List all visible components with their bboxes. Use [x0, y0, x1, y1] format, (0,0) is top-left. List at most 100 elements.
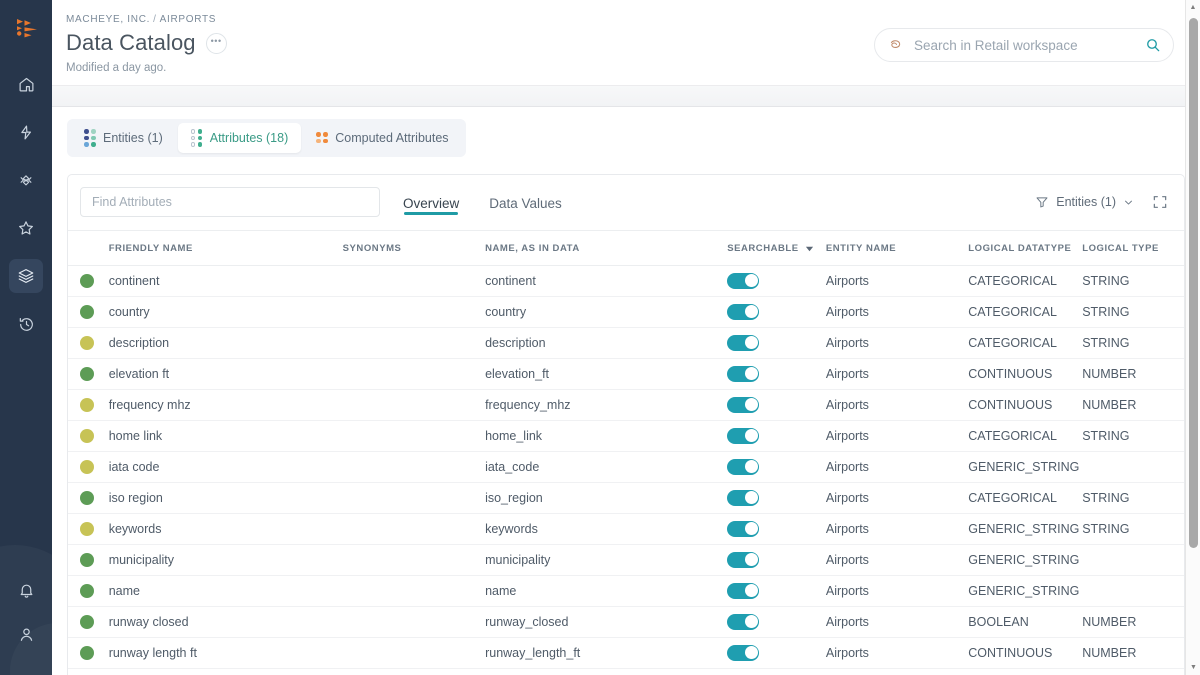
cell-friendly-name[interactable]: description: [108, 327, 343, 359]
searchable-toggle[interactable]: [727, 458, 760, 475]
cell-searchable[interactable]: [727, 327, 826, 359]
col-entity-name[interactable]: ENTITY NAME: [825, 230, 969, 266]
searchable-toggle[interactable]: [727, 427, 760, 444]
searchable-toggle[interactable]: [727, 489, 760, 506]
cell-synonyms[interactable]: [342, 575, 486, 607]
cell-searchable[interactable]: [727, 668, 826, 675]
cell-searchable[interactable]: [727, 637, 826, 669]
sidebar-item-favorites[interactable]: [9, 211, 43, 245]
searchable-toggle[interactable]: [727, 303, 760, 320]
tab-computed-attributes[interactable]: Computed Attributes: [303, 123, 461, 153]
cell-searchable[interactable]: [727, 482, 826, 514]
cell-friendly-name[interactable]: runway closed: [108, 606, 343, 638]
cell-synonyms[interactable]: [342, 668, 486, 675]
cell-searchable[interactable]: [727, 358, 826, 390]
searchable-toggle[interactable]: [727, 334, 760, 351]
search-icon[interactable]: [1145, 37, 1161, 53]
cell-synonyms[interactable]: [342, 420, 486, 452]
searchable-toggle[interactable]: [727, 582, 760, 599]
cell-friendly-name[interactable]: elevation ft: [108, 358, 343, 390]
table-row[interactable]: frequency mhz frequency_mhz Airports CONTIN…: [68, 389, 1184, 421]
sidebar-item-data-catalog[interactable]: [9, 259, 43, 293]
scrollbar-thumb[interactable]: [1189, 18, 1198, 548]
searchable-toggle[interactable]: [727, 520, 760, 537]
sidebar-item-notifications[interactable]: [9, 573, 43, 607]
page-more-options-button[interactable]: •••: [205, 32, 227, 54]
cell-synonyms[interactable]: [342, 544, 486, 576]
sidebar-item-explore[interactable]: [9, 163, 43, 197]
cell-friendly-name[interactable]: municipality: [108, 544, 343, 576]
cell-synonyms[interactable]: [342, 451, 486, 483]
table-row[interactable]: keywords keywords Airports GENERIC_STRING ST…: [68, 513, 1184, 545]
cell-searchable[interactable]: [727, 544, 826, 576]
tab-entities[interactable]: Entities (1): [71, 123, 176, 153]
cell-searchable[interactable]: [727, 575, 826, 607]
col-friendly-name[interactable]: FRIENDLY NAME: [108, 230, 343, 266]
cell-friendly-name[interactable]: country: [108, 296, 343, 328]
cell-synonyms[interactable]: [342, 606, 486, 638]
subtab-overview[interactable]: Overview: [403, 175, 459, 230]
table-row[interactable]: elevation ft elevation_ft Airports CONTINUO…: [68, 358, 1184, 390]
scrollbar-up-arrow[interactable]: ▲: [1186, 0, 1200, 15]
page-scrollbar[interactable]: ▲ ▼: [1185, 0, 1200, 675]
sort-descending-icon[interactable]: [805, 244, 814, 253]
col-searchable[interactable]: SEARCHABLE: [727, 230, 826, 266]
table-row[interactable]: description description Airports CATEGORICA…: [68, 327, 1184, 359]
find-attributes-input[interactable]: [80, 187, 380, 217]
col-logical-type[interactable]: LOGICAL TYPE: [1082, 230, 1184, 266]
searchable-toggle[interactable]: [727, 644, 760, 661]
cell-synonyms[interactable]: [342, 265, 486, 297]
entities-filter-dropdown[interactable]: Entities (1): [1035, 195, 1134, 209]
cell-searchable[interactable]: [727, 389, 826, 421]
cell-friendly-name[interactable]: keywords: [108, 513, 343, 545]
table-row[interactable]: continent continent Airports CATEGORICAL STR…: [68, 265, 1184, 297]
cell-searchable[interactable]: [727, 606, 826, 638]
cell-searchable[interactable]: [727, 296, 826, 328]
cell-searchable[interactable]: [727, 513, 826, 545]
col-searchable-sortable[interactable]: SEARCHABLE: [727, 243, 813, 254]
searchable-toggle[interactable]: [727, 396, 760, 413]
table-row[interactable]: home link home_link Airports CATEGORICAL STR…: [68, 420, 1184, 452]
fullscreen-button[interactable]: [1152, 194, 1168, 210]
cell-friendly-name[interactable]: runway lighted: [108, 668, 343, 675]
sidebar-item-account[interactable]: [9, 617, 43, 651]
cell-searchable[interactable]: [727, 451, 826, 483]
cell-friendly-name[interactable]: home link: [108, 420, 343, 452]
cell-friendly-name[interactable]: iata code: [108, 451, 343, 483]
macheye-logo[interactable]: [9, 13, 43, 45]
table-row[interactable]: runway lighted runway_lighted AirportsBOOL…: [68, 668, 1184, 675]
breadcrumb-current[interactable]: AIRPORTS: [160, 14, 217, 25]
table-row[interactable]: municipality municipality Airports GENERIC_…: [68, 544, 1184, 576]
search-input[interactable]: [914, 37, 1136, 53]
subtab-data-values[interactable]: Data Values: [489, 175, 562, 230]
cell-searchable[interactable]: [727, 420, 826, 452]
tab-attributes[interactable]: Attributes (18): [177, 123, 302, 153]
table-row[interactable]: runway closed runway_closed Airports BOOLEA…: [68, 606, 1184, 638]
workspace-search[interactable]: [874, 28, 1174, 62]
table-row[interactable]: country country Airports CATEGORICAL STRING: [68, 296, 1184, 328]
searchable-toggle[interactable]: [727, 551, 760, 568]
col-name-as-in-data[interactable]: NAME, AS IN DATA: [485, 230, 728, 266]
sidebar-item-insights[interactable]: [9, 115, 43, 149]
cell-friendly-name[interactable]: name: [108, 575, 343, 607]
cell-synonyms[interactable]: [342, 482, 486, 514]
col-synonyms[interactable]: SYNONYMS: [342, 230, 486, 266]
table-row[interactable]: iata code iata_code Airports GENERIC_STRING: [68, 451, 1184, 483]
cell-synonyms[interactable]: [342, 358, 486, 390]
searchable-toggle[interactable]: [727, 365, 760, 382]
cell-friendly-name[interactable]: iso region: [108, 482, 343, 514]
cell-synonyms[interactable]: [342, 637, 486, 669]
table-row[interactable]: iso region iso_region Airports CATEGORICAL S…: [68, 482, 1184, 514]
cell-friendly-name[interactable]: runway length ft: [108, 637, 343, 669]
sidebar-item-history[interactable]: [9, 307, 43, 341]
cell-friendly-name[interactable]: continent: [108, 265, 343, 297]
searchable-toggle[interactable]: [727, 272, 760, 289]
cell-synonyms[interactable]: [342, 296, 486, 328]
sidebar-item-home[interactable]: [9, 67, 43, 101]
col-logical-datatype[interactable]: LOGICAL DATATYPE: [968, 230, 1083, 266]
searchable-toggle[interactable]: [727, 613, 760, 630]
cell-searchable[interactable]: [727, 265, 826, 297]
cell-synonyms[interactable]: [342, 389, 486, 421]
breadcrumb-org[interactable]: MACHEYE, INC.: [66, 14, 150, 25]
cell-synonyms[interactable]: [342, 513, 486, 545]
